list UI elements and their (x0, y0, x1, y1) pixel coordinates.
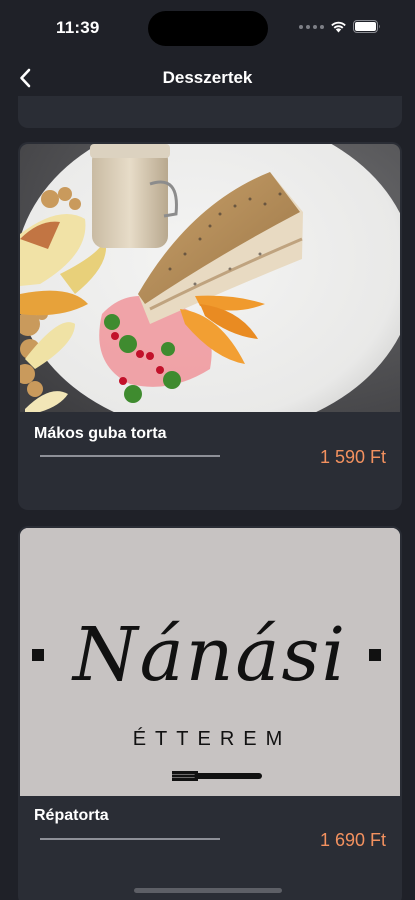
navigation-bar: Desszertek (0, 56, 415, 100)
product-name: Mákos guba torta (34, 425, 167, 442)
divider (40, 838, 220, 840)
home-indicator[interactable] (134, 888, 282, 893)
previous-product-card[interactable] (18, 96, 402, 128)
page-title: Desszertek (162, 68, 253, 87)
logo-subtitle: ÉTTEREM (133, 727, 292, 750)
cellular-signal-icon (299, 24, 324, 29)
product-name: Répatorta (34, 807, 109, 824)
restaurant-logo-placeholder: Nánási ÉTTEREM (20, 528, 400, 796)
status-icons (299, 20, 381, 33)
product-price: 1 590 Ft (319, 447, 386, 467)
screen: 11:39 Desszertek Mákos guba torta 1 590 … (0, 0, 415, 900)
product-card[interactable]: Nánási ÉTTEREM Répatorta 1 690 Ft (18, 526, 402, 900)
product-card[interactable]: Mákos guba torta 1 590 Ft (18, 142, 402, 510)
dynamic-island (148, 11, 268, 46)
dessert-plate-photo (20, 144, 400, 412)
product-image (20, 144, 400, 412)
product-image: Nánási ÉTTEREM (20, 528, 400, 796)
status-bar: 11:39 (0, 0, 415, 56)
logo-name: Nánási (71, 612, 347, 698)
status-time: 11:39 (56, 18, 100, 37)
battery-icon (353, 20, 380, 33)
wifi-icon (331, 21, 346, 33)
divider (40, 455, 220, 457)
product-price: 1 690 Ft (319, 830, 386, 850)
